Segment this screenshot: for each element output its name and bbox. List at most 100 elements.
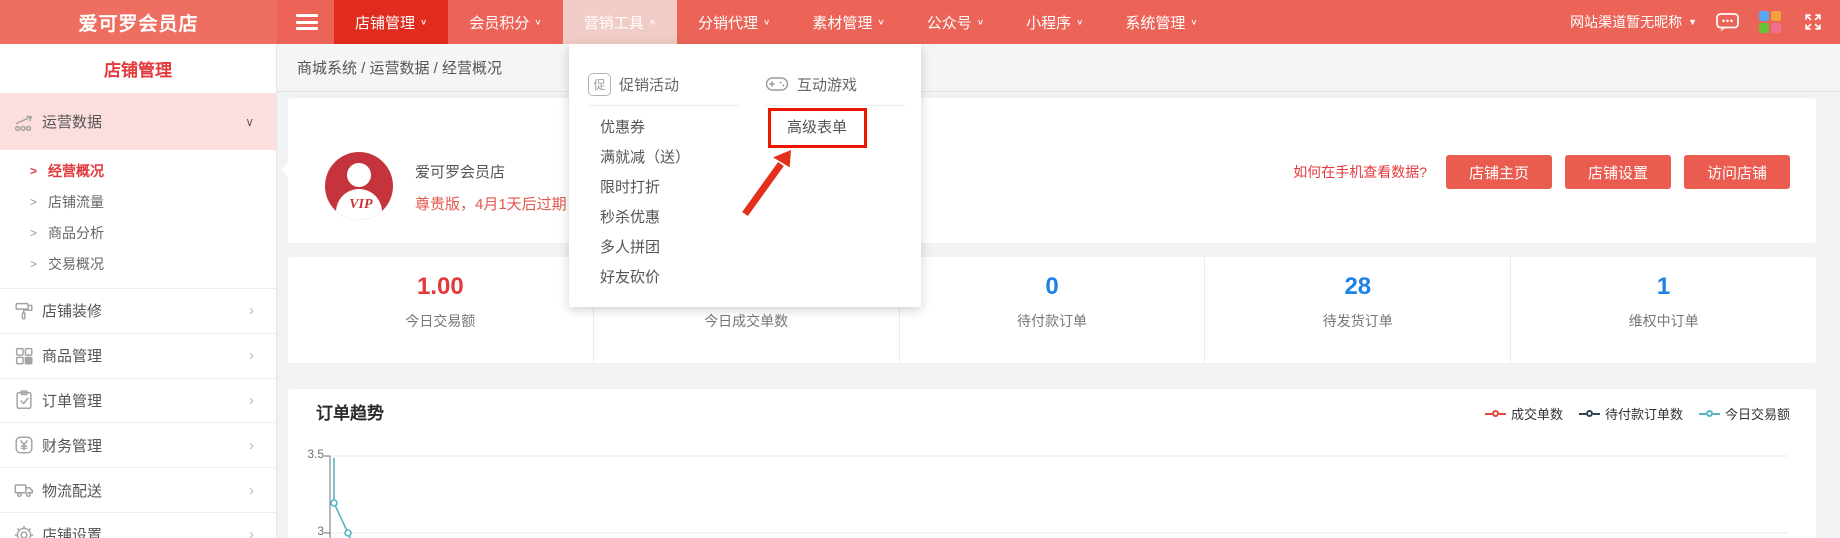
chevron-up-icon: ∧ [649, 18, 656, 27]
shop-settings-button[interactable]: 店铺设置 [1565, 155, 1671, 189]
vip-badge: VIP [349, 197, 372, 213]
menu-item-limited-time-discount[interactable]: 限时打折 [588, 173, 740, 203]
sidebar-sub-shop-traffic[interactable]: >店铺流量 [0, 187, 276, 218]
menu-item-friend-bargain[interactable]: 好友砍价 [588, 263, 740, 293]
user-account-menu[interactable]: 网站渠道暂无昵称 ▼ [1570, 12, 1697, 32]
marketing-tools-dropdown: 促 促销活动 优惠券 满就减（送） 限时打折 秒杀优惠 多人拼团 好友砍价 互动… [569, 44, 921, 307]
visit-shop-button[interactable]: 访问店铺 [1684, 155, 1790, 189]
navbar-right-cluster: 网站渠道暂无昵称 ▼ [1570, 0, 1840, 44]
promo-icon: 促 [588, 73, 611, 96]
yen-money-icon [13, 434, 35, 456]
nav-tab-material-management[interactable]: 素材管理∨ [791, 0, 905, 44]
card-left-notch [281, 162, 289, 178]
sidebar-item-operation-data[interactable]: 运营数据 ∨ [0, 93, 276, 150]
store-name: 爱可罗会员店 [415, 161, 505, 182]
gear-icon [13, 524, 35, 538]
shop-home-button[interactable]: 店铺主页 [1446, 155, 1552, 189]
menu-item-flash-sale[interactable]: 秒杀优惠 [588, 203, 740, 233]
sidebar-title: 店铺管理 [0, 44, 276, 93]
clipboard-check-icon [13, 389, 35, 411]
menu-item-coupon[interactable]: 优惠券 [588, 113, 740, 143]
nav-tab-system-management[interactable]: 系统管理∨ [1104, 0, 1218, 44]
sidebar-item-finance-management[interactable]: 财务管理 › [0, 422, 276, 467]
stat-pending-shipment-orders: 28 待发货订单 [1204, 257, 1510, 363]
sidebar-submenu: >经营概况 >店铺流量 >商品分析 >交易概况 [0, 150, 276, 288]
sidebar: 店铺管理 运营数据 ∨ >经营概况 >店铺流量 >商品分析 >交易概况 店铺装修… [0, 44, 277, 538]
top-navbar: 爱可罗会员店 店铺管理∨ 会员积分∨ 营销工具∧ 分销代理∨ 素材管理∨ 公众号… [0, 0, 1840, 44]
chevron-down-icon: ∨ [534, 18, 541, 27]
promo-items: 优惠券 满就减（送） 限时打折 秒杀优惠 多人拼团 好友砍价 [588, 106, 740, 293]
stat-pending-payment-orders: 0 待付款订单 [899, 257, 1205, 363]
store-info-card: VIP 爱可罗会员店 尊贵版，4月1天后过期 如何在手机查看数据? 店铺主页 店… [288, 98, 1816, 243]
plan-expiry-notice: 尊贵版，4月1天后过期 [415, 193, 567, 214]
admin-screen: 爱可罗会员店 店铺管理∨ 会员积分∨ 营销工具∧ 分销代理∨ 素材管理∨ 公众号… [0, 0, 1840, 538]
sidebar-sub-business-overview[interactable]: >经营概况 [0, 156, 276, 187]
sidebar-item-order-management[interactable]: 订单管理 › [0, 378, 276, 423]
chevron-down-icon: ∨ [245, 115, 254, 129]
legend-marker [1485, 410, 1506, 417]
nav-tab-mini-program[interactable]: 小程序∨ [1005, 0, 1104, 44]
sidebar-item-shop-decoration[interactable]: 店铺装修 › [0, 288, 276, 333]
stat-dispute-orders: 1 维权中订单 [1510, 257, 1816, 363]
nav-tab-marketing-tools[interactable]: 营销工具∧ [563, 0, 677, 44]
nav-tab-distribution-agent[interactable]: 分销代理∨ [677, 0, 791, 44]
promo-activities-column: 促 促销活动 优惠券 满就减（送） 限时打折 秒杀优惠 多人拼团 好友砍价 [588, 72, 740, 293]
breadcrumb-bar: 商城系统 / 运营数据 / 经营概况 [277, 44, 1840, 92]
breadcrumb[interactable]: 商城系统 / 运营数据 / 经营概况 [297, 57, 502, 78]
chart-legend: 成交单数 待付款订单数 今日交易额 [1485, 404, 1790, 423]
hamburger-menu-icon[interactable] [296, 14, 318, 30]
order-trend-chart [288, 439, 1816, 538]
legend-marker [1699, 410, 1720, 417]
nav-tab-member-points[interactable]: 会员积分∨ [448, 0, 562, 44]
main-content: VIP 爱可罗会员店 尊贵版，4月1天后过期 如何在手机查看数据? 店铺主页 店… [277, 92, 1840, 538]
nav-tab-official-account[interactable]: 公众号∨ [906, 0, 1005, 44]
sidebar-sub-transaction-overview[interactable]: >交易概况 [0, 249, 276, 280]
red-highlight-box [768, 108, 867, 148]
store-actions: 如何在手机查看数据? 店铺主页 店铺设置 访问店铺 [1293, 155, 1790, 189]
chevron-right-icon: › [249, 347, 254, 364]
legend-marker [1579, 410, 1600, 417]
menu-item-group-buying[interactable]: 多人拼团 [588, 233, 740, 263]
chevron-right-icon: › [249, 437, 254, 454]
app-grid-icon[interactable] [1757, 11, 1783, 33]
order-trend-card: 订单趋势 成交单数 待付款订单数 今日交易额 3.5 3 [288, 389, 1816, 538]
stat-value: 0 [900, 273, 1205, 303]
stats-chart-icon [13, 111, 35, 133]
legend-today-transaction-amount[interactable]: 今日交易额 [1699, 404, 1790, 423]
chevron-right-icon: › [249, 392, 254, 409]
chevron-right-icon: › [249, 482, 254, 499]
delivery-truck-icon [13, 479, 35, 501]
sidebar-item-logistics-delivery[interactable]: 物流配送 › [0, 467, 276, 512]
legend-pending-payment-orders[interactable]: 待付款订单数 [1579, 404, 1683, 423]
menu-item-full-reduction[interactable]: 满就减（送） [588, 143, 740, 173]
interactive-games-header: 互动游戏 [765, 72, 905, 96]
sidebar-item-shop-settings[interactable]: 店铺设置 › [0, 512, 276, 538]
stat-label: 待付款订单 [900, 311, 1205, 331]
chart-title: 订单趋势 [316, 399, 384, 424]
fullscreen-expand-icon[interactable] [1800, 11, 1826, 33]
chevron-down-icon: ∨ [877, 18, 884, 27]
chevron-right-icon: › [249, 302, 254, 319]
chevron-right-icon: › [249, 526, 254, 538]
mobile-data-help-link[interactable]: 如何在手机查看数据? [1293, 162, 1427, 182]
chevron-down-icon: ∨ [1076, 18, 1083, 27]
promo-activities-header: 促 促销活动 [588, 72, 740, 96]
stat-label: 待发货订单 [1205, 311, 1510, 331]
sidebar-sub-product-analysis[interactable]: >商品分析 [0, 218, 276, 249]
legend-completed-orders[interactable]: 成交单数 [1485, 404, 1563, 423]
chevron-down-icon: ∨ [1190, 18, 1197, 27]
chevron-down-icon: ∨ [763, 18, 770, 27]
sidebar-item-product-management[interactable]: 商品管理 › [0, 333, 276, 378]
message-chat-icon[interactable] [1714, 11, 1740, 33]
nav-tab-shop-management[interactable]: 店铺管理∨ [334, 0, 448, 44]
game-controller-icon [765, 75, 789, 93]
main-nav-tabs: 店铺管理∨ 会员积分∨ 营销工具∧ 分销代理∨ 素材管理∨ 公众号∨ 小程序∨ … [334, 0, 1219, 44]
paint-roller-icon [13, 300, 35, 322]
stat-today-transaction-amount: 1.00 今日交易额 [288, 257, 593, 363]
chevron-down-icon: ∨ [420, 18, 427, 27]
stat-label: 今日交易额 [288, 311, 593, 331]
stat-label: 今日成交单数 [594, 311, 899, 331]
store-avatar: VIP [325, 152, 393, 220]
chevron-down-icon: ∨ [977, 18, 984, 27]
stat-value: 1.00 [288, 273, 593, 303]
